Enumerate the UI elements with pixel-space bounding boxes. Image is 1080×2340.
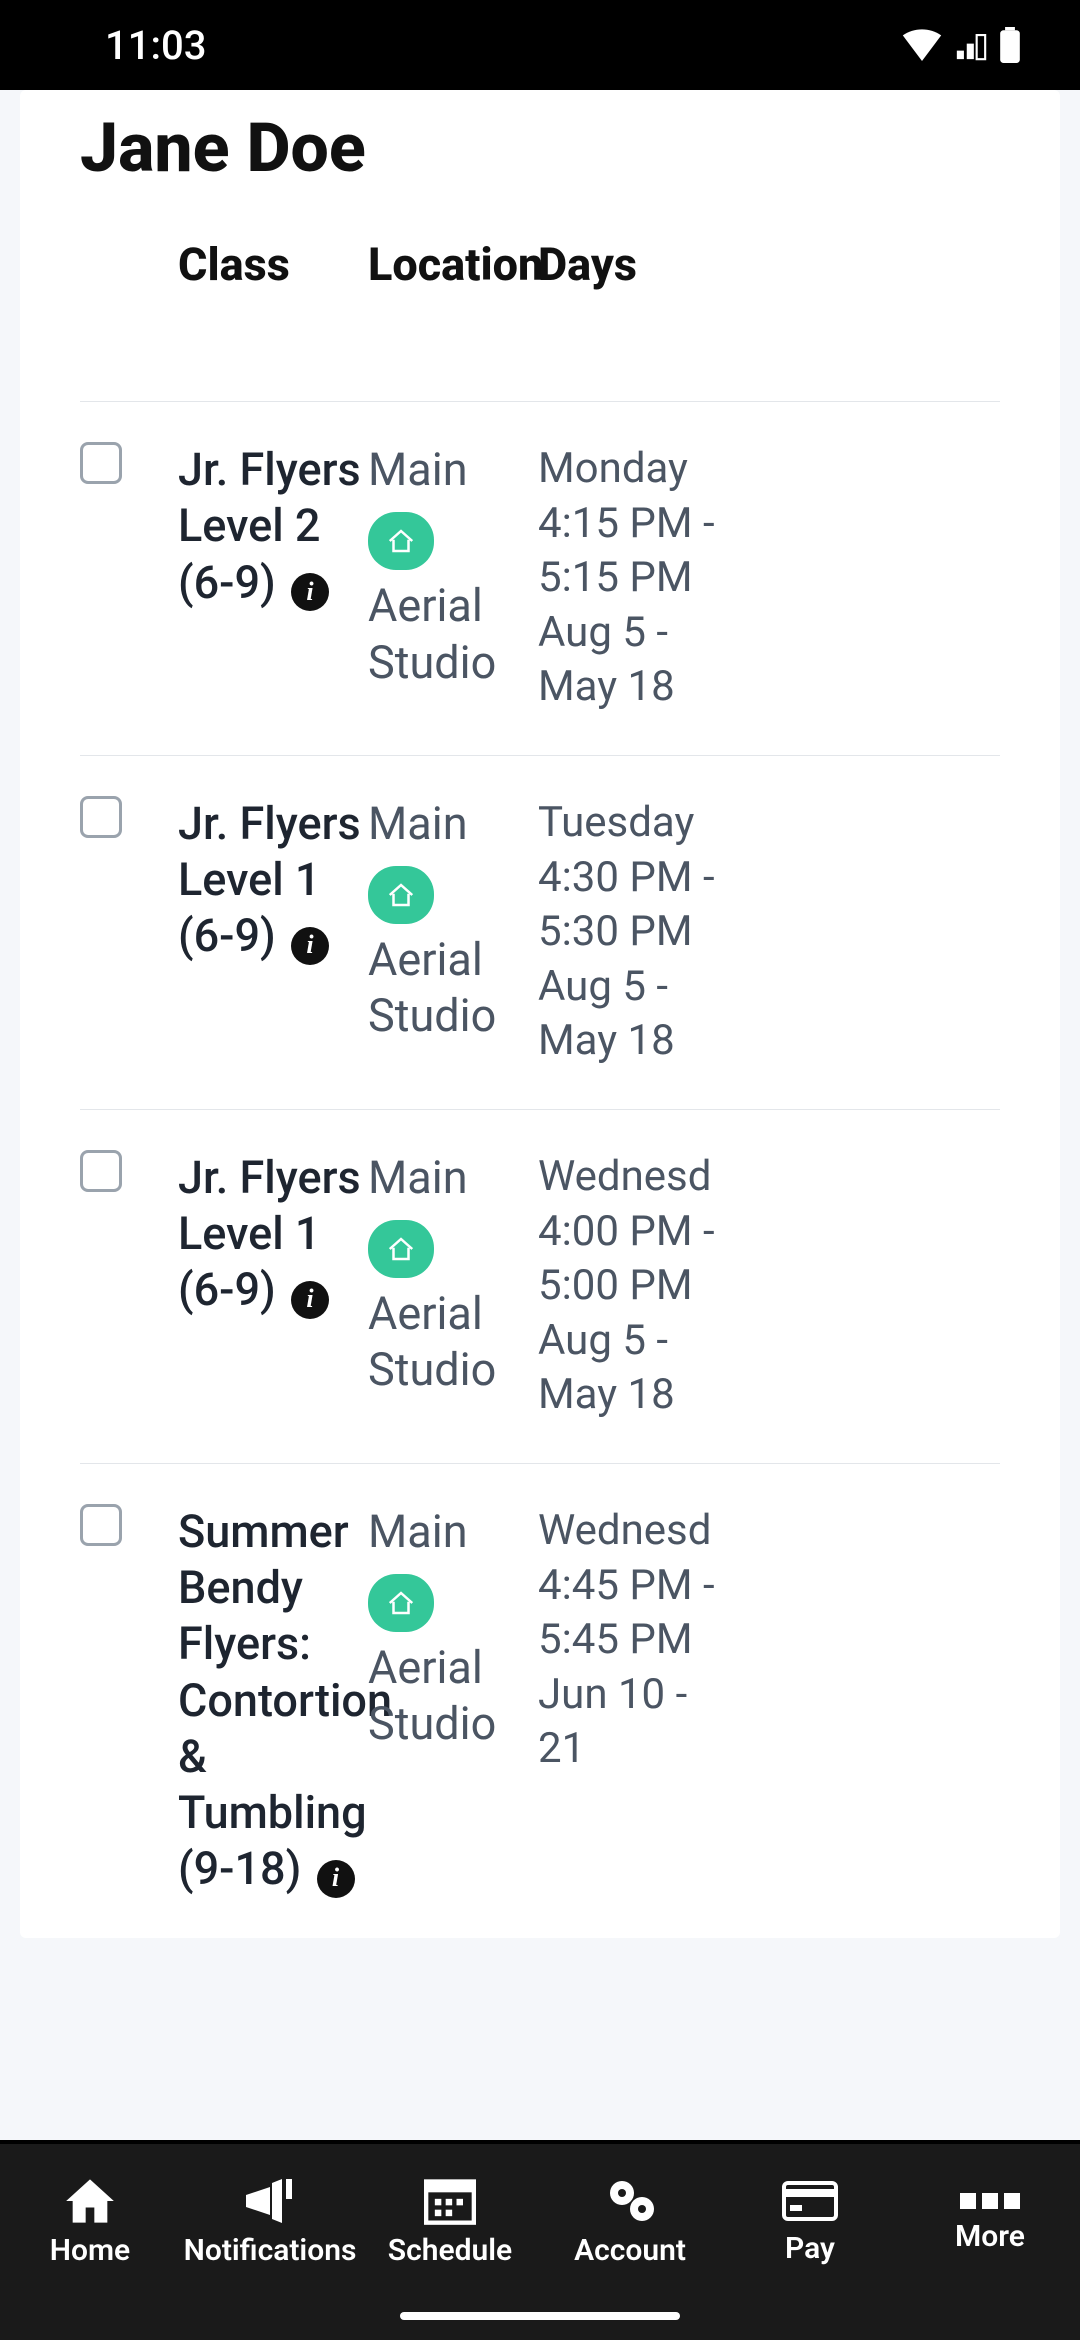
student-name: Jane Doe [50,90,1030,238]
home-icon [368,1574,434,1632]
home-icon [368,512,434,570]
header-location: Location [368,238,538,291]
days-cell: Monday 4:15 PM - 5:15 PM Aug 5 - May 18 [538,442,668,715]
home-icon [368,866,434,924]
table-row: Jr. Flyers Level 1 (6-9) i Main Aerial S… [80,756,1000,1110]
nav-account[interactable]: Account [540,2144,720,2340]
calendar-icon [424,2177,476,2225]
nav-label: More [955,2219,1025,2254]
nav-label: Home [50,2233,130,2268]
table-header: Class Location Days [80,238,1000,402]
class-name-cell: Jr. Flyers Level 2 (6-9) i [178,442,368,611]
class-name-cell: Jr. Flyers Level 1 (6-9) i [178,796,368,965]
class-name-cell: Jr. Flyers Level 1 (6-9) i [178,1150,368,1319]
gear-icon [602,2177,658,2225]
location-room: Aerial Studio [368,932,538,1045]
location-cell: Main Aerial Studio [368,796,538,1045]
location-main: Main [368,1504,538,1560]
select-checkbox[interactable] [80,1504,122,1546]
location-cell: Main Aerial Studio [368,1504,538,1753]
home-indicator [400,2312,680,2320]
select-checkbox[interactable] [80,1150,122,1192]
status-time: 11:03 [105,22,206,69]
nav-notifications[interactable]: Notifications [180,2144,360,2340]
battery-icon [1000,27,1020,63]
days-cell: Wednesd 4:45 PM - 5:45 PM Jun 10 - 21 [538,1504,668,1777]
status-bar: 11:03 [0,0,1080,90]
location-cell: Main Aerial Studio [368,442,538,691]
card: Jane Doe Class Location Days Jr. Flyers … [20,90,1060,1938]
nav-pay[interactable]: Pay [720,2144,900,2340]
info-icon[interactable]: i [291,1281,329,1319]
table-row: Jr. Flyers Level 1 (6-9) i Main Aerial S… [80,1110,1000,1464]
nav-schedule[interactable]: Schedule [360,2144,540,2340]
card-icon [782,2179,838,2223]
status-icons [902,27,1020,63]
location-main: Main [368,442,538,498]
more-icon [960,2191,1020,2211]
select-checkbox[interactable] [80,796,122,838]
location-room: Aerial Studio [368,578,538,691]
table-row: Jr. Flyers Level 2 (6-9) i Main Aerial S… [80,402,1000,756]
signal-icon [954,29,988,61]
home-icon [64,2177,116,2225]
megaphone-icon [242,2177,298,2225]
info-icon[interactable]: i [317,1860,355,1898]
select-checkbox[interactable] [80,442,122,484]
nav-more[interactable]: More [900,2144,1080,2340]
days-cell: Wednesd 4:00 PM - 5:00 PM Aug 5 - May 18 [538,1150,668,1423]
days-cell: Tuesday 4:30 PM - 5:30 PM Aug 5 - May 18 [538,796,668,1069]
nav-home[interactable]: Home [0,2144,180,2340]
location-main: Main [368,796,538,852]
location-main: Main [368,1150,538,1206]
table-row: Summer Bendy Flyers: Contortion & Tumbli… [80,1464,1000,1938]
info-icon[interactable]: i [291,573,329,611]
wifi-icon [902,29,942,61]
location-room: Aerial Studio [368,1286,538,1399]
header-class: Class [178,238,368,291]
nav-label: Pay [785,2231,835,2266]
location-cell: Main Aerial Studio [368,1150,538,1399]
header-days: Days [538,238,668,291]
home-icon [368,1220,434,1278]
class-name-cell: Summer Bendy Flyers: Contortion & Tumbli… [178,1504,368,1898]
nav-label: Notifications [184,2233,357,2268]
location-room: Aerial Studio [368,1640,538,1753]
content-area: Jane Doe Class Location Days Jr. Flyers … [0,90,1080,1938]
info-icon[interactable]: i [291,927,329,965]
nav-label: Account [574,2233,686,2268]
bottom-nav: Home Notifications Schedule Account Pay … [0,2140,1080,2340]
nav-label: Schedule [388,2233,512,2268]
